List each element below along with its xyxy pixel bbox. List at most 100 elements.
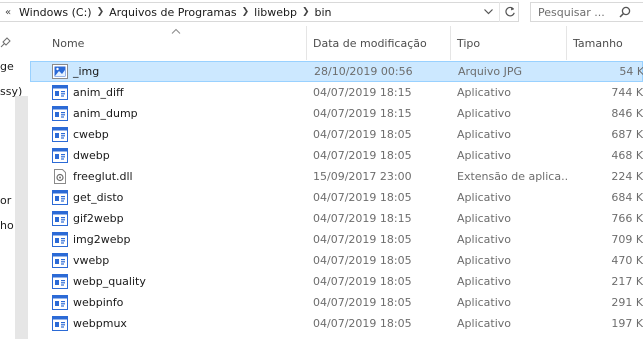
- file-name[interactable]: get_disto: [73, 191, 123, 204]
- file-date-modified: 04/07/2019 18:15: [313, 86, 412, 99]
- file-row[interactable]: webpinfo 04/07/2019 18:05 Aplicativo 291 KE: [30, 292, 643, 313]
- file-type: Aplicativo: [457, 275, 512, 288]
- nav-item-fragment[interactable]: or: [0, 194, 11, 207]
- application-icon: [52, 127, 68, 142]
- file-date-modified: 04/07/2019 18:05: [313, 233, 412, 246]
- file-type: Aplicativo: [457, 107, 512, 120]
- column-headers: Nome Data de modificação Tipo Tamanho: [30, 26, 643, 60]
- file-size-value: 468 KE: [611, 149, 643, 162]
- file-size-value: 744 KE: [611, 86, 643, 99]
- file-name[interactable]: webpmux: [73, 317, 127, 330]
- file-row[interactable]: dwebp 04/07/2019 18:05 Aplicativo 468 KE: [30, 145, 643, 166]
- refresh-button[interactable]: [499, 2, 519, 22]
- breadcrumb-overflow-icon[interactable]: «: [0, 7, 16, 18]
- application-icon: [52, 85, 68, 100]
- file-row[interactable]: gif2webp 04/07/2019 18:15 Aplicativo 766 KE: [30, 208, 643, 229]
- breadcrumb-item-drive[interactable]: Windows (C:): [17, 6, 94, 19]
- file-date-modified: 15/09/2017 23:00: [313, 170, 412, 183]
- pin-icon[interactable]: [0, 36, 12, 48]
- file-size: 217 KE: [573, 271, 643, 292]
- breadcrumb-separator-icon[interactable]: ❯: [299, 7, 313, 17]
- file-type: Aplicativo: [457, 149, 512, 162]
- file-row[interactable]: cwebp 04/07/2019 18:05 Aplicativo 687 KE: [30, 124, 643, 145]
- column-header-size[interactable]: Tamanho: [567, 26, 643, 60]
- nav-item-fragment[interactable]: ho: [0, 219, 14, 232]
- address-history-dropdown[interactable]: [478, 2, 498, 22]
- file-size: 54 KE: [574, 61, 643, 82]
- file-row[interactable]: anim_diff 04/07/2019 18:15 Aplicativo 744 K…: [30, 82, 643, 103]
- file-type: Aplicativo: [457, 317, 512, 330]
- application-icon: [52, 316, 68, 331]
- search-box[interactable]: [530, 2, 643, 22]
- file-size-value: 291 KE: [611, 296, 643, 309]
- breadcrumb-item-program-files[interactable]: Arquivos de Programas: [107, 6, 238, 19]
- dll-file-icon: [52, 169, 68, 184]
- file-date-modified: 04/07/2019 18:05: [313, 296, 412, 309]
- file-size-value: 224 KE: [611, 170, 643, 183]
- file-row[interactable]: _img 28/10/2019 00:56 Arquivo JPG 54 KE: [30, 61, 643, 82]
- nav-item-fragment[interactable]: ge: [0, 60, 14, 73]
- application-icon: [52, 190, 68, 205]
- file-name[interactable]: webpinfo: [73, 296, 123, 309]
- search-input[interactable]: [531, 5, 614, 19]
- refresh-icon: [504, 6, 515, 17]
- file-size: 709 KE: [573, 229, 643, 250]
- navigation-pane: ge ssy) or ho: [0, 26, 28, 339]
- file-date-modified: 04/07/2019 18:05: [313, 317, 412, 330]
- application-icon: [52, 106, 68, 121]
- file-date-modified: 04/07/2019 18:15: [313, 107, 412, 120]
- column-header-type[interactable]: Tipo: [451, 26, 566, 60]
- breadcrumb-separator-icon[interactable]: ❯: [239, 7, 253, 17]
- file-size-value: 709 KE: [611, 233, 643, 246]
- file-name[interactable]: webp_quality: [73, 275, 146, 288]
- file-row[interactable]: webpmux 04/07/2019 18:05 Aplicativo 197 KE: [30, 313, 643, 334]
- file-row[interactable]: vwebp 04/07/2019 18:05 Aplicativo 470 KE: [30, 250, 643, 271]
- file-size-value: 217 KE: [611, 275, 643, 288]
- file-row[interactable]: get_disto 04/07/2019 18:05 Aplicativo 684 K…: [30, 187, 643, 208]
- file-name[interactable]: dwebp: [73, 149, 110, 162]
- file-size: 684 KE: [573, 187, 643, 208]
- breadcrumb-separator-icon[interactable]: ❯: [94, 7, 108, 17]
- file-name[interactable]: freeglut.dll: [73, 170, 133, 183]
- file-size-value: 197 KE: [611, 317, 643, 330]
- file-row[interactable]: webp_quality 04/07/2019 18:05 Aplicativo 21…: [30, 271, 643, 292]
- navigation-scrollbar[interactable]: [15, 96, 28, 339]
- file-size: 744 KE: [573, 82, 643, 103]
- file-row[interactable]: freeglut.dll 15/09/2017 23:00 Extensão de …: [30, 166, 643, 187]
- application-icon: [52, 295, 68, 310]
- file-name[interactable]: anim_diff: [73, 86, 124, 99]
- file-size: 470 KE: [573, 250, 643, 271]
- file-name[interactable]: cwebp: [73, 128, 109, 141]
- file-name[interactable]: anim_dump: [73, 107, 138, 120]
- file-size-value: 766 KE: [611, 212, 643, 225]
- file-name[interactable]: gif2webp: [73, 212, 124, 225]
- file-type: Extensão de aplica...: [457, 170, 569, 183]
- file-size: 766 KE: [573, 208, 643, 229]
- file-name[interactable]: _img: [73, 65, 99, 78]
- application-icon: [52, 253, 68, 268]
- file-name[interactable]: img2webp: [73, 233, 130, 246]
- breadcrumb-item-libwebp[interactable]: libwebp: [252, 6, 299, 19]
- file-type: Aplicativo: [457, 128, 512, 141]
- file-name[interactable]: vwebp: [73, 254, 109, 267]
- search-icon[interactable]: [614, 3, 636, 21]
- column-header-date[interactable]: Data de modificação: [307, 26, 450, 60]
- file-row[interactable]: anim_dump 04/07/2019 18:15 Aplicativo 846 K…: [30, 103, 643, 124]
- file-size: 291 KE: [573, 292, 643, 313]
- jpg-file-icon: [52, 64, 68, 79]
- column-header-name[interactable]: Nome: [46, 26, 306, 60]
- file-date-modified: 04/07/2019 18:05: [313, 149, 412, 162]
- breadcrumb-item-bin[interactable]: bin: [313, 6, 334, 19]
- file-type: Arquivo JPG: [458, 65, 523, 78]
- file-size: 197 KE: [573, 313, 643, 334]
- file-date-modified: 28/10/2019 00:56: [314, 65, 413, 78]
- file-list: _img 28/10/2019 00:56 Arquivo JPG 54 KE anim…: [30, 61, 643, 334]
- file-size: 468 KE: [573, 145, 643, 166]
- file-type: Aplicativo: [457, 212, 512, 225]
- file-date-modified: 04/07/2019 18:05: [313, 128, 412, 141]
- file-row[interactable]: img2webp 04/07/2019 18:05 Aplicativo 709 KE: [30, 229, 643, 250]
- file-size: 687 KE: [573, 124, 643, 145]
- breadcrumb[interactable]: « Windows (C:) ❯ Arquivos de Programas ❯…: [0, 2, 519, 22]
- file-explorer-window: « Windows (C:) ❯ Arquivos de Programas ❯…: [0, 0, 643, 339]
- file-type: Aplicativo: [457, 86, 512, 99]
